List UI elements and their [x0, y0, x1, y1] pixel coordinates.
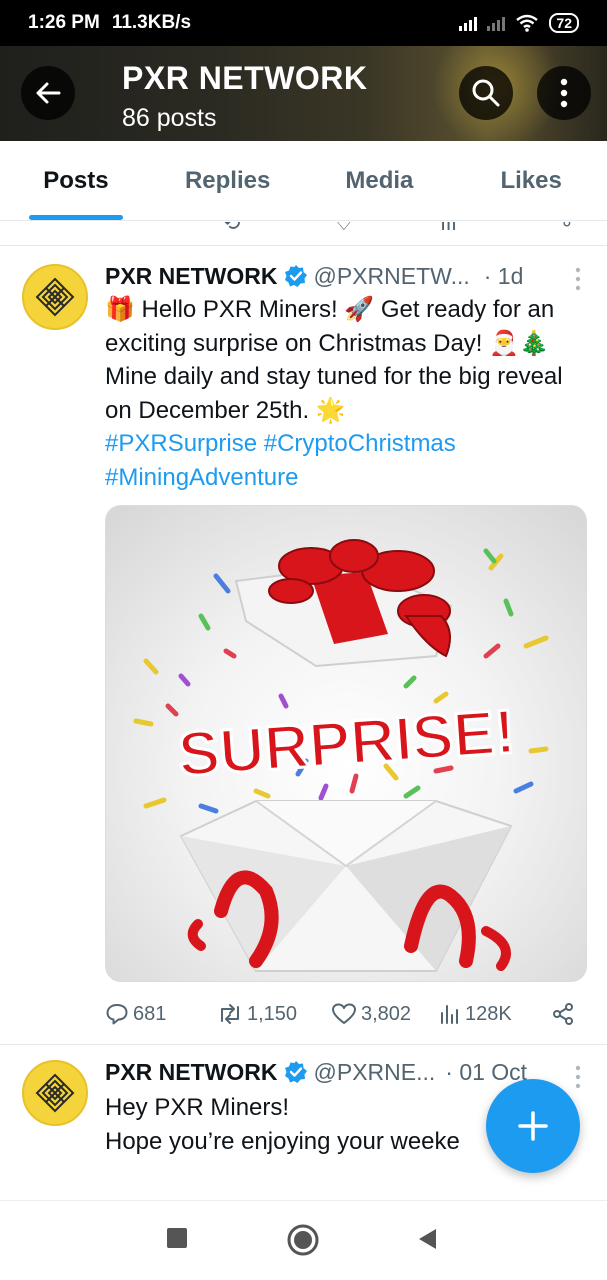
repost-icon	[221, 1004, 239, 1024]
tab-media[interactable]: Media	[304, 141, 456, 220]
post-body: 🎁 Hello PXR Miners! 🚀 Get ready for an e…	[105, 296, 563, 424]
pxr-logo-icon	[35, 277, 75, 317]
tab-likes[interactable]: Likes	[455, 141, 607, 220]
like-button[interactable]: 3,802	[331, 1002, 439, 1026]
status-bar: 1:26 PM 11.3KB/s 72	[0, 0, 607, 46]
author-handle[interactable]: @PXRNE...	[314, 1059, 436, 1086]
post-text: 🎁 Hello PXR Miners! 🚀 Get ready for an e…	[105, 293, 590, 494]
recents-icon[interactable]	[166, 1227, 188, 1249]
back-button[interactable]	[21, 66, 75, 120]
back-nav-icon[interactable]	[416, 1227, 438, 1251]
tab-posts[interactable]: Posts	[0, 141, 152, 220]
post-hashtags[interactable]: #PXRSurprise #CryptoChristmas #MiningAdv…	[105, 430, 456, 491]
surprise-gift-illustration: SURPRISE!	[133, 539, 549, 972]
like-icon	[332, 1003, 356, 1024]
signal-2-icon	[487, 15, 506, 31]
reply-icon	[106, 1004, 128, 1025]
previous-post-actions: ⟲ ♡ ılı ∘	[0, 222, 607, 246]
surprise-image-text: SURPRISE!	[176, 697, 518, 789]
author-handle[interactable]: @PXRNETW...	[314, 263, 470, 290]
post-body-line1: Hey PXR Miners!	[105, 1094, 290, 1121]
prev-views-icon: ılı	[440, 222, 458, 235]
views-icon	[441, 1005, 458, 1024]
profile-tabs: Posts Replies Media Likes	[0, 141, 607, 221]
more-options-button[interactable]	[537, 66, 591, 120]
tab-replies[interactable]: Replies	[152, 141, 304, 220]
post-actions: 681 1,150 3,802 128K	[105, 997, 585, 1031]
search-button[interactable]	[459, 66, 513, 120]
search-icon	[472, 79, 500, 107]
post-header: PXR NETWORK @PXRNETW... · 1d	[105, 261, 589, 291]
profile-title: PXR NETWORK	[122, 60, 368, 96]
avatar[interactable]	[22, 264, 88, 330]
compose-button[interactable]	[486, 1079, 580, 1173]
post-more-icon[interactable]	[575, 267, 581, 291]
profile-header: PXR NETWORK 86 posts	[0, 46, 607, 141]
like-count: 3,802	[361, 1002, 412, 1025]
post-time: · 1d	[483, 262, 524, 289]
repost-button[interactable]: 1,150	[217, 1002, 331, 1026]
prev-like-icon: ♡	[334, 222, 354, 235]
home-icon[interactable]	[287, 1224, 319, 1256]
battery-indicator: 72	[549, 13, 579, 33]
compose-plus-icon	[518, 1111, 548, 1141]
post-more-icon[interactable]	[575, 1065, 581, 1089]
author-name[interactable]: PXR NETWORK	[105, 1059, 278, 1086]
system-nav-bar	[0, 1200, 607, 1280]
verified-badge-icon	[284, 265, 307, 287]
repost-count: 1,150	[247, 1002, 298, 1025]
more-vertical-icon	[560, 78, 568, 108]
signal-icon	[459, 15, 478, 31]
pxr-logo-icon	[35, 1073, 75, 1113]
wifi-icon	[516, 14, 539, 32]
share-button[interactable]	[551, 1002, 575, 1026]
post-count: 86 posts	[122, 104, 217, 132]
views-button[interactable]: 128K	[439, 1003, 551, 1026]
prev-repost-icon: ⟲	[222, 222, 241, 235]
reply-button[interactable]: 681	[105, 1002, 217, 1026]
verified-badge-icon	[284, 1061, 307, 1083]
reply-count: 681	[133, 1002, 167, 1025]
post-image[interactable]: SURPRISE!	[105, 505, 587, 982]
status-network-speed: 11.3KB/s	[111, 12, 192, 33]
share-icon	[553, 1003, 573, 1025]
author-name[interactable]: PXR NETWORK	[105, 263, 278, 290]
prev-share-icon: ∘	[560, 222, 574, 235]
avatar[interactable]	[22, 1060, 88, 1126]
status-time: 1:26 PM	[28, 12, 100, 33]
back-arrow-icon	[36, 82, 61, 104]
post-body-line2: Hope you’re enjoying your weeke	[105, 1127, 460, 1155]
views-count: 128K	[465, 1002, 512, 1025]
